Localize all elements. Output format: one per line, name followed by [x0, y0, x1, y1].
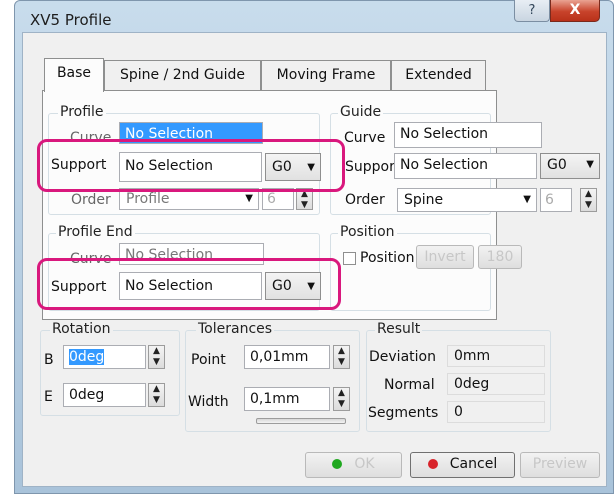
tolerance-point-field[interactable]: 0,01mm — [244, 345, 330, 369]
tab-spine-2nd-guide[interactable]: Spine / 2nd Guide — [104, 60, 261, 90]
spin-up-icon: ▲ — [338, 388, 345, 398]
spin-down-icon: ▼ — [153, 395, 160, 405]
result-group-label: Result — [375, 321, 423, 337]
rotation-e-spinner[interactable]: ▲ ▼ — [148, 383, 165, 407]
position-checkbox[interactable] — [343, 252, 356, 265]
rotation-b-label: B — [44, 352, 54, 368]
result-normal-value: 0deg — [447, 373, 545, 395]
tab-moving-frame[interactable]: Moving Frame — [261, 60, 391, 90]
tolerance-width-spinner[interactable]: ▲ ▼ — [333, 387, 350, 411]
tolerance-width-field[interactable]: 0,1mm — [244, 387, 330, 411]
chevron-down-icon: ▼ — [245, 193, 253, 204]
rotation-e-field[interactable]: 0deg — [63, 383, 146, 407]
guide-curve-field[interactable]: No Selection — [394, 122, 542, 148]
tolerance-point-spinner[interactable]: ▲ ▼ — [333, 345, 350, 369]
invert-button[interactable]: Invert — [416, 245, 474, 269]
guide-order-degree-spinner[interactable]: ▲ ▼ — [580, 188, 597, 212]
tab-base[interactable]: Base — [44, 58, 104, 92]
spin-up-icon: ▲ — [153, 346, 160, 356]
cancel-status-icon — [427, 459, 438, 469]
help-button[interactable]: ? — [514, 0, 550, 22]
guide-support-field[interactable]: No Selection — [394, 153, 537, 179]
result-segments-label: Segments — [368, 405, 439, 421]
profile-end-group-label: Profile End — [56, 224, 135, 240]
spin-up-icon: ▲ — [153, 384, 160, 394]
spin-down-icon: ▼ — [338, 357, 345, 367]
spin-up-icon: ▲ — [338, 346, 345, 356]
guide-curve-label: Curve — [344, 130, 386, 146]
close-button[interactable]: X — [550, 0, 600, 22]
rotate-180-button[interactable]: 180 — [478, 245, 522, 269]
tab-extended[interactable]: Extended — [391, 60, 486, 90]
window-title: XV5 Profile — [30, 11, 112, 29]
tolerance-point-label: Point — [191, 352, 226, 368]
position-checkbox-label: Position — [360, 250, 415, 266]
close-icon: X — [569, 2, 581, 18]
guide-support-label: Support — [345, 159, 401, 175]
spin-down-icon: ▼ — [338, 399, 345, 409]
rotation-b-field[interactable]: 0deg — [63, 345, 146, 369]
chevron-down-icon: ▼ — [586, 159, 594, 170]
tolerance-width-label: Width — [188, 394, 229, 410]
help-icon: ? — [528, 3, 536, 18]
profile-order-label: Order — [71, 192, 111, 208]
result-deviation-label: Deviation — [369, 349, 436, 365]
result-deviation-value: 0mm — [447, 345, 545, 367]
guide-order-dropdown[interactable]: Spine ▼ — [397, 188, 537, 212]
guide-support-continuity-dropdown[interactable]: G0 ▼ — [540, 153, 600, 179]
spin-down-icon: ▼ — [301, 200, 308, 210]
spin-down-icon: ▼ — [585, 200, 592, 210]
cancel-button[interactable]: Cancel — [410, 452, 515, 478]
position-group-label: Position — [338, 224, 397, 240]
rotation-e-label: E — [44, 389, 53, 405]
profile-end-support-highlight-box — [37, 258, 341, 310]
result-normal-label: Normal — [384, 377, 435, 393]
profile-group-label: Profile — [58, 104, 106, 120]
tolerance-slider[interactable] — [256, 418, 346, 424]
preview-button[interactable]: Preview — [520, 452, 600, 478]
guide-order-degree-field[interactable]: 6 — [540, 188, 572, 212]
tolerances-group-label: Tolerances — [196, 321, 275, 337]
rotation-b-spinner[interactable]: ▲ ▼ — [148, 345, 165, 369]
guide-group-label: Guide — [338, 104, 384, 120]
guide-order-label: Order — [345, 192, 385, 208]
spin-down-icon: ▼ — [153, 357, 160, 367]
spin-up-icon: ▲ — [585, 189, 592, 199]
rotation-group-label: Rotation — [50, 321, 113, 337]
chevron-down-icon: ▼ — [523, 194, 531, 205]
ok-button[interactable]: OK — [305, 452, 402, 478]
ok-status-icon — [332, 459, 343, 469]
result-segments-value: 0 — [447, 401, 545, 423]
support-highlight-box — [37, 139, 345, 192]
